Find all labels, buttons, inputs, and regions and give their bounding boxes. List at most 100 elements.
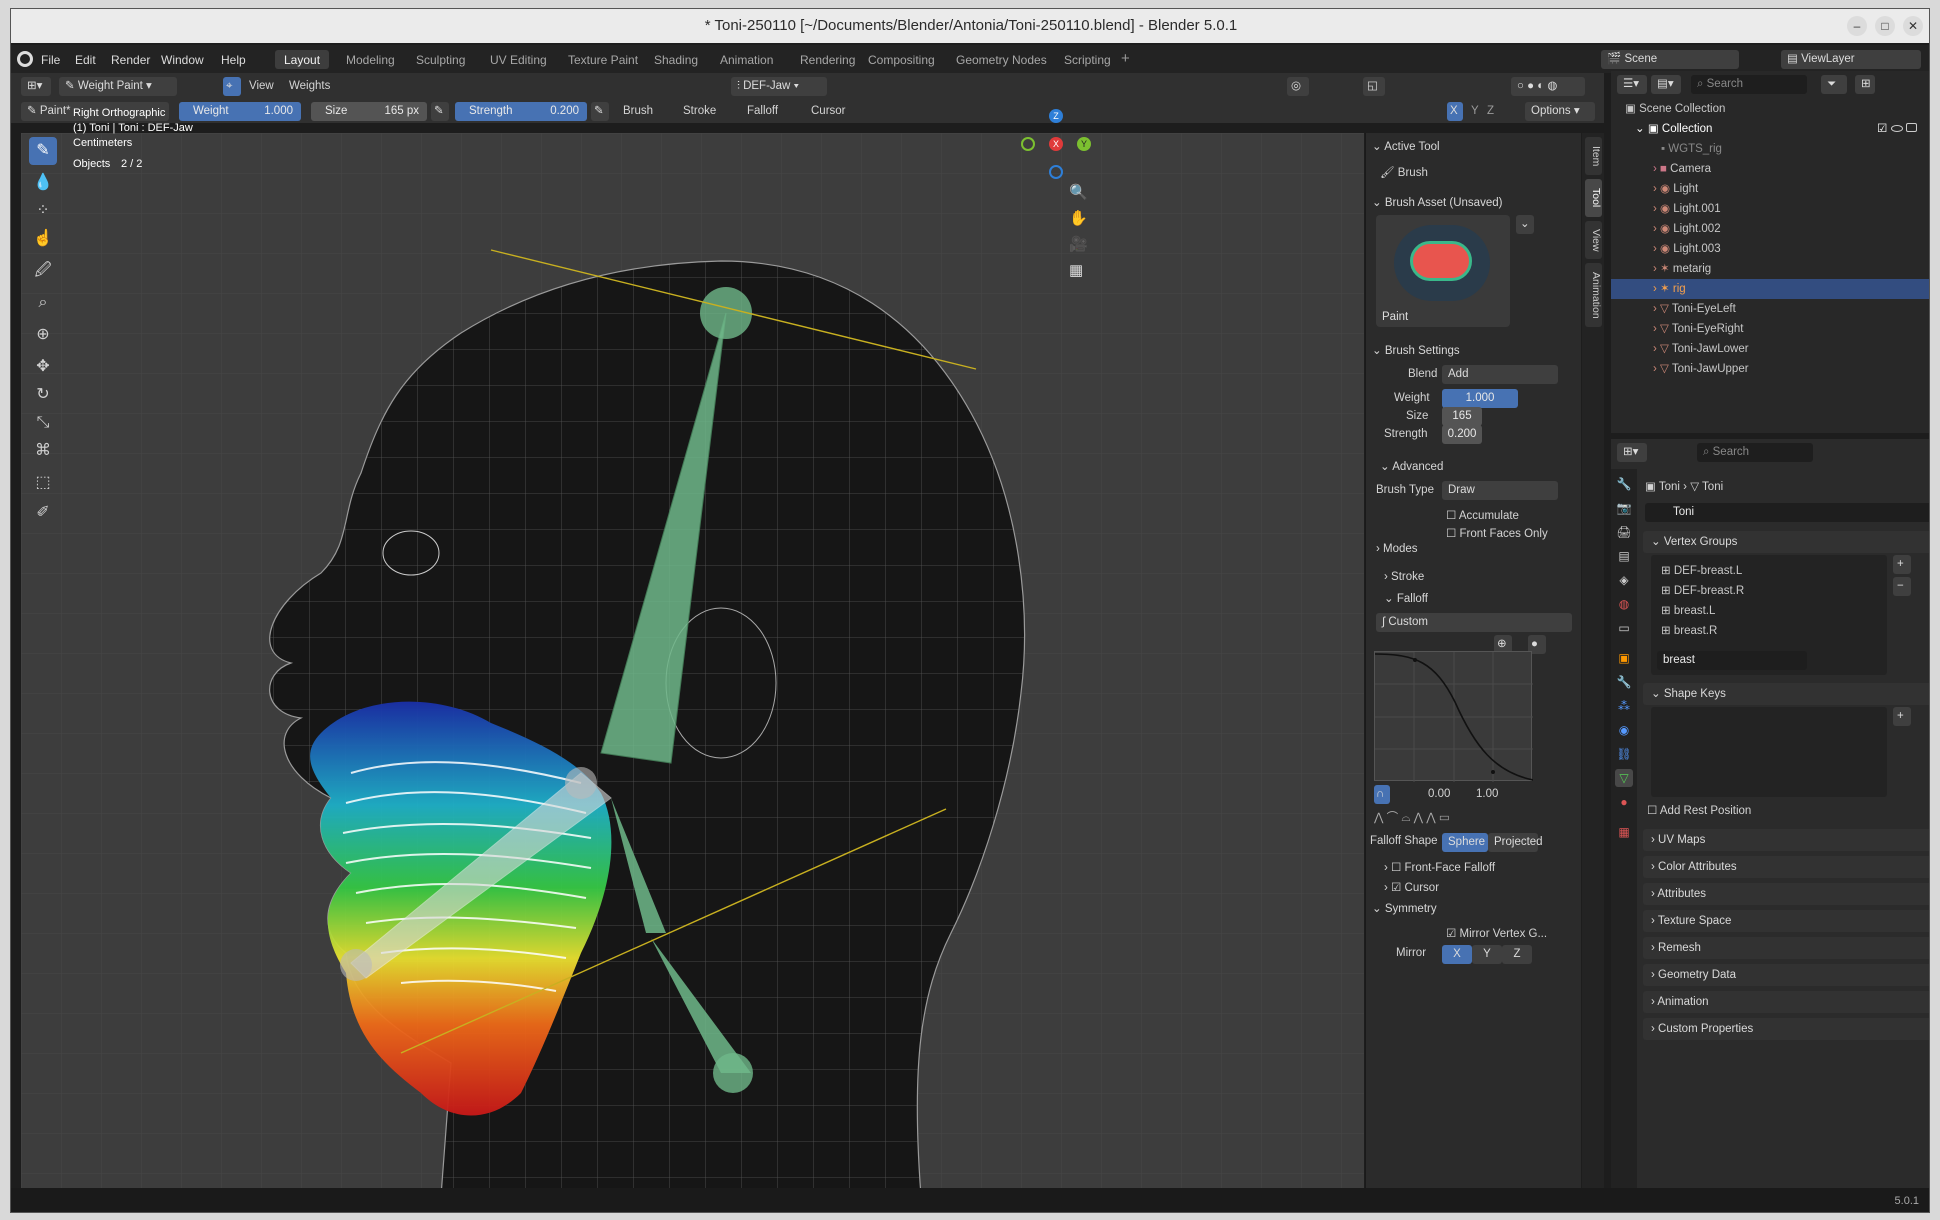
output-tab-icon[interactable]: 🖨 (1615, 523, 1633, 541)
scale-tool-icon[interactable]: ⤡ (29, 409, 57, 437)
tool-tab-icon[interactable]: 🔧 (1615, 475, 1633, 493)
curve-min-value[interactable]: 0.00 (1428, 788, 1450, 800)
navigation-gizmo[interactable]: Z X Y (1021, 109, 1091, 179)
add-shape-key-icon[interactable]: + (1893, 707, 1911, 726)
mirror-vg-checkbox[interactable]: ☑ Mirror Vertex G... (1446, 926, 1547, 940)
add-workspace-icon[interactable]: + (1121, 50, 1130, 67)
tab-uv-editing[interactable]: UV Editing (481, 50, 556, 69)
tree-item[interactable]: ▪ WGTS_rig (1611, 139, 1929, 159)
list-item[interactable]: ⊞ DEF-breast.R (1651, 581, 1887, 601)
vertex-group-filter[interactable]: breast (1657, 651, 1807, 670)
geometry-data-panel[interactable]: › Geometry Data (1643, 964, 1929, 986)
pressure-size-icon[interactable]: ✎ (431, 102, 449, 121)
advanced-header[interactable]: ⌄ Advanced (1380, 459, 1443, 473)
physics-tab-icon[interactable]: ◉ (1615, 721, 1633, 739)
strength-field[interactable]: Strength 0.200 (455, 102, 587, 121)
material-tab-icon[interactable]: ● (1615, 793, 1633, 811)
tab-modeling[interactable]: Modeling (337, 50, 404, 69)
minimize-icon[interactable]: – (1847, 16, 1867, 36)
rotate-tool-icon[interactable]: ↻ (29, 381, 57, 409)
select-mode-icon[interactable]: ⌖ (223, 77, 241, 96)
maximize-icon[interactable]: □ (1875, 16, 1895, 36)
annotate-tool-icon[interactable]: ✐ (29, 499, 57, 527)
mirror-z-toggle[interactable]: Z (1487, 105, 1494, 117)
size-field[interactable]: Size 165 px (311, 102, 427, 121)
list-item[interactable]: ⊞ DEF-breast.L (1651, 561, 1887, 581)
mesh-data-name-field[interactable]: Toni (1645, 503, 1929, 522)
breadcrumb-data[interactable]: Toni (1702, 481, 1723, 493)
mirror-y-button[interactable]: Y (1472, 945, 1502, 964)
zoom-icon[interactable]: 🔍 (1069, 183, 1088, 201)
mirror-y-toggle[interactable]: Y (1471, 105, 1479, 117)
sphere-toggle[interactable]: Sphere (1442, 833, 1488, 852)
tab-shading[interactable]: Shading (645, 50, 707, 69)
remesh-panel[interactable]: › Remesh (1643, 937, 1929, 959)
uv-maps-panel[interactable]: › UV Maps (1643, 829, 1929, 851)
menu-view[interactable]: View (249, 80, 274, 92)
mirror-z-button[interactable]: Z (1502, 945, 1532, 964)
menu-help[interactable]: Help (221, 53, 246, 67)
view-layer-tab-icon[interactable]: ▤ (1615, 547, 1633, 565)
symmetry-header[interactable]: ⌄ Symmetry (1372, 901, 1437, 915)
sample-weight-icon[interactable]: ⌕ (29, 289, 57, 317)
front-faces-checkbox[interactable]: ☐ Front Faces Only (1446, 526, 1548, 540)
tab-view[interactable]: View (1585, 221, 1602, 259)
falloff-header[interactable]: ⌄ Falloff (1384, 591, 1428, 605)
tab-animation-side[interactable]: Animation (1585, 263, 1602, 327)
collection-tab-icon[interactable]: ▭ (1615, 619, 1633, 637)
draw-brush-icon[interactable]: ✎ (29, 137, 57, 165)
tree-scene-collection[interactable]: ▣ Scene Collection (1611, 99, 1929, 119)
curve-smooth-icon[interactable]: ∩ (1374, 785, 1390, 804)
brush-type-dropdown[interactable]: Draw (1442, 481, 1558, 500)
mirror-x-toggle[interactable]: X (1447, 102, 1463, 121)
cursor-menu[interactable]: Cursor (811, 105, 846, 117)
tab-rendering[interactable]: Rendering (791, 50, 864, 69)
accumulate-checkbox[interactable]: ☐ Accumulate (1446, 508, 1519, 522)
shape-keys-list[interactable] (1651, 707, 1887, 797)
weight-field-np[interactable]: 1.000 (1442, 389, 1518, 408)
gizmo-z-axis[interactable]: Z (1049, 109, 1063, 123)
camera-view-icon[interactable]: 🎥 (1069, 235, 1088, 253)
move-tool-icon[interactable]: ✥ (29, 353, 57, 381)
tree-item[interactable]: › ◉ Light (1611, 179, 1929, 199)
scene-tab-icon[interactable]: ◈ (1615, 571, 1633, 589)
gizmo-y-axis[interactable]: Y (1077, 137, 1091, 151)
display-mode-icon[interactable]: ▤▾ (1651, 75, 1681, 94)
projected-toggle[interactable]: Projected (1488, 833, 1543, 852)
menu-weights[interactable]: Weights (289, 80, 330, 92)
cursor-checkbox[interactable]: › ☑ Cursor (1384, 880, 1439, 894)
tree-item[interactable]: › ◉ Light.002 (1611, 219, 1929, 239)
vertex-groups-list[interactable]: ⊞ DEF-breast.L ⊞ DEF-breast.R ⊞ breast.L… (1651, 555, 1887, 675)
particles-tab-icon[interactable]: ⁂ (1615, 697, 1633, 715)
properties-editor-icon[interactable]: ⊞▾ (1617, 443, 1647, 462)
remove-vertex-group-icon[interactable]: − (1893, 577, 1911, 596)
close-icon[interactable]: ✕ (1903, 16, 1923, 36)
list-item[interactable]: ⊞ breast.R (1651, 621, 1887, 641)
vertex-groups-panel-header[interactable]: ⌄ Vertex Groups (1643, 531, 1929, 553)
tab-scripting[interactable]: Scripting (1055, 50, 1120, 69)
tree-item[interactable]: › ▽ Toni-EyeRight (1611, 319, 1929, 339)
color-attributes-panel[interactable]: › Color Attributes (1643, 856, 1929, 878)
breadcrumb-object[interactable]: Toni (1659, 481, 1680, 493)
object-tab-icon[interactable]: ▣ (1615, 649, 1633, 667)
add-vertex-group-icon[interactable]: + (1893, 555, 1911, 574)
transform-tool-icon[interactable]: ⌘ (29, 437, 57, 465)
attributes-panel[interactable]: › Attributes (1643, 883, 1929, 905)
falloff-preset-dropdown[interactable]: ∫ Custom (1376, 613, 1572, 632)
shape-keys-panel-header[interactable]: ⌄ Shape Keys (1643, 683, 1929, 705)
tab-item[interactable]: Item (1585, 137, 1602, 175)
active-bone-selector[interactable]: ⫶ DEF-Jaw ▾ (731, 77, 827, 96)
ortho-grid-icon[interactable]: ▦ (1069, 261, 1083, 279)
tree-item[interactable]: › ✶ metarig (1611, 259, 1929, 279)
average-tool-icon[interactable]: ⁘ (29, 197, 57, 225)
outliner-editor-icon[interactable]: ☰▾ (1617, 75, 1647, 94)
tree-item-selected[interactable]: › ✶ rig (1611, 279, 1929, 299)
custom-properties-panel[interactable]: › Custom Properties (1643, 1018, 1929, 1040)
pan-hand-icon[interactable]: ✋ (1069, 209, 1088, 227)
smear-tool-icon[interactable]: ☝ (29, 225, 57, 253)
tree-item[interactable]: › ▽ Toni-EyeLeft (1611, 299, 1929, 319)
tree-item[interactable]: › ▽ Toni-JawLower (1611, 339, 1929, 359)
properties-search[interactable]: ⌕ Search (1697, 443, 1813, 462)
overlay-toggle-icon[interactable]: ◎ (1287, 77, 1309, 96)
select-box-icon[interactable]: ⬚ (29, 469, 57, 497)
